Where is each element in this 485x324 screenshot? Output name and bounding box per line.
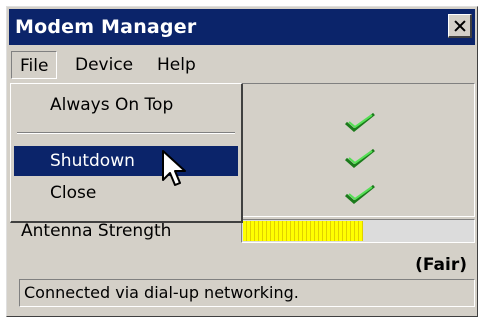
menu-separator [17,132,235,134]
close-window-button[interactable] [448,14,472,38]
window-title: Modem Manager [15,16,197,38]
modem-manager-window: Modem Manager File Device Help Always On… [6,6,478,317]
antenna-strength-fill [243,221,363,241]
menu-file[interactable]: File [11,51,58,79]
menu-device[interactable]: Device [67,51,141,79]
check-icon [345,112,375,132]
device-status-panel [241,83,475,217]
antenna-strength-label: Antenna Strength [21,221,172,241]
check-icon [345,148,375,168]
signal-quality-text: (Fair) [415,255,467,275]
status-bar: Connected via dial-up networking. [19,279,475,307]
check-icon [345,184,375,204]
menu-item-always-on-top[interactable]: Always On Top [14,90,238,120]
menu-bar: File Device Help [9,47,475,81]
menu-item-shutdown[interactable]: Shutdown [14,146,238,176]
menu-help[interactable]: Help [149,51,204,79]
antenna-strength-bar [241,219,475,243]
title-bar[interactable]: Modem Manager [9,9,475,45]
menu-item-close[interactable]: Close [14,178,238,208]
file-menu-dropdown: Always On Top Shutdown Close [10,83,243,223]
mouse-cursor-icon [162,150,186,186]
